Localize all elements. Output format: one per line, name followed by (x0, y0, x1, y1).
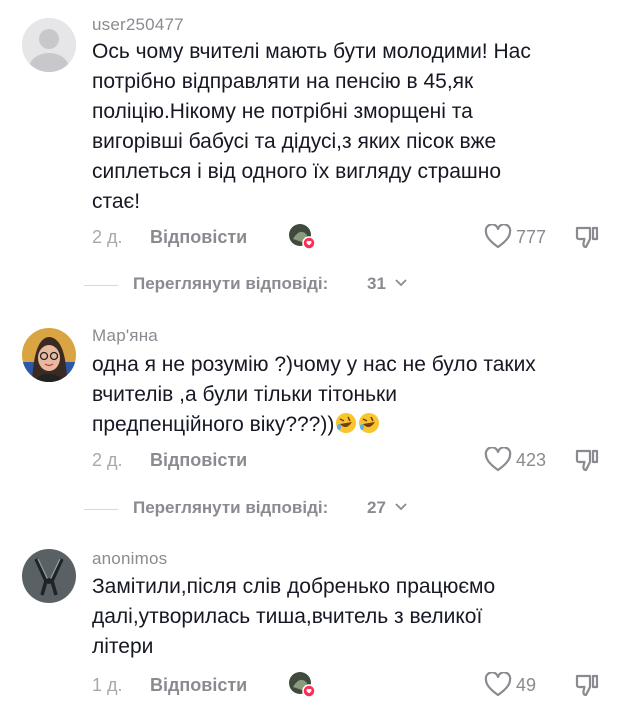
comment-line: предпенційного віку???)) (92, 413, 335, 436)
view-replies-label: Переглянути відповіді: (133, 498, 329, 517)
comment-line: Ось чому вчителі мають бути молодими! На… (92, 40, 531, 63)
comment-date: 2 д. (92, 450, 123, 470)
creator-liked-avatar (288, 223, 316, 250)
like-count: 49 (516, 674, 537, 695)
dislike-icon (575, 226, 599, 249)
comment-line: одна я не розумію ?)чому у нас не було т… (92, 353, 536, 376)
comment-username[interactable]: Мар'яна (92, 326, 158, 346)
heart-outline-icon (484, 672, 512, 697)
divider (84, 509, 118, 510)
like-count: 777 (516, 226, 547, 247)
heart-outline-icon (484, 447, 512, 472)
like-button[interactable]: 423 (484, 446, 546, 474)
creator-liked-avatar (288, 671, 316, 698)
comment-text: Замітили,після слів добренько працюємо д… (92, 572, 592, 662)
view-replies-button[interactable]: Переглянути відповіді: 27 (0, 497, 620, 521)
view-replies-label: Переглянути відповіді: (133, 274, 329, 293)
comment-line: поліцію.Нікому не потрібні зморщені та (92, 100, 473, 123)
like-button[interactable]: 777 (484, 223, 546, 251)
comment-line: стає! (92, 190, 141, 213)
reply-button[interactable]: Відповісти (150, 227, 247, 248)
rofl-emoji-icon (359, 413, 380, 433)
reply-button[interactable]: Відповісти (150, 675, 247, 696)
divider (84, 285, 118, 286)
view-replies-count: 31 (367, 274, 386, 293)
avatar-default[interactable] (22, 18, 76, 72)
like-count: 423 (516, 449, 547, 470)
dislike-button[interactable] (574, 224, 600, 255)
comment-date: 2 д. (92, 227, 123, 247)
comment-line: вигорівші бабусі та дідусі,з яких пісок … (92, 130, 497, 153)
comment-line-with-emoji: предпенційного віку???)) (92, 410, 592, 440)
comment-username[interactable]: anonimos (92, 549, 167, 569)
avatar-user[interactable] (22, 549, 76, 603)
comment-line: вчителів ,а були тільки тітоньки (92, 383, 397, 406)
comment-line: далі,утворилась тиша,вчитель з великої (92, 605, 483, 628)
comment-meta: 2 д. Відповісти 423 (92, 446, 612, 474)
view-replies-button[interactable]: Переглянути відповіді: 31 (0, 273, 620, 297)
comment-line: літери (92, 635, 154, 658)
dislike-button[interactable] (574, 672, 600, 703)
comment-text: Ось чому вчителі мають бути молодими! На… (92, 37, 592, 217)
comment-date: 1 д. (92, 675, 123, 695)
comment-text: одна я не розумію ?)чому у нас не було т… (92, 350, 592, 440)
comment-meta: 2 д. Відповісти 777 (92, 223, 612, 251)
chevron-down-icon (395, 279, 407, 287)
comment-line: потрібно відправляти на пенсію в 45,як (92, 70, 474, 93)
comment-meta: 1 д. Відповісти 49 (92, 671, 612, 699)
dislike-icon (575, 449, 599, 472)
dislike-button[interactable] (574, 447, 600, 478)
like-button[interactable]: 49 (484, 671, 536, 699)
avatar-user[interactable] (22, 328, 76, 382)
dislike-icon (575, 674, 599, 697)
comment-line: Замітили,після слів добренько працюємо (92, 575, 496, 598)
comment-line: сиплеться і від одного їх вигляду страшн… (92, 160, 502, 183)
comment-username[interactable]: user250477 (92, 15, 184, 35)
heart-outline-icon (484, 224, 512, 249)
chevron-down-icon (395, 503, 407, 511)
view-replies-count: 27 (367, 498, 386, 517)
rofl-emoji-icon (336, 413, 357, 433)
reply-button[interactable]: Відповісти (150, 450, 247, 471)
